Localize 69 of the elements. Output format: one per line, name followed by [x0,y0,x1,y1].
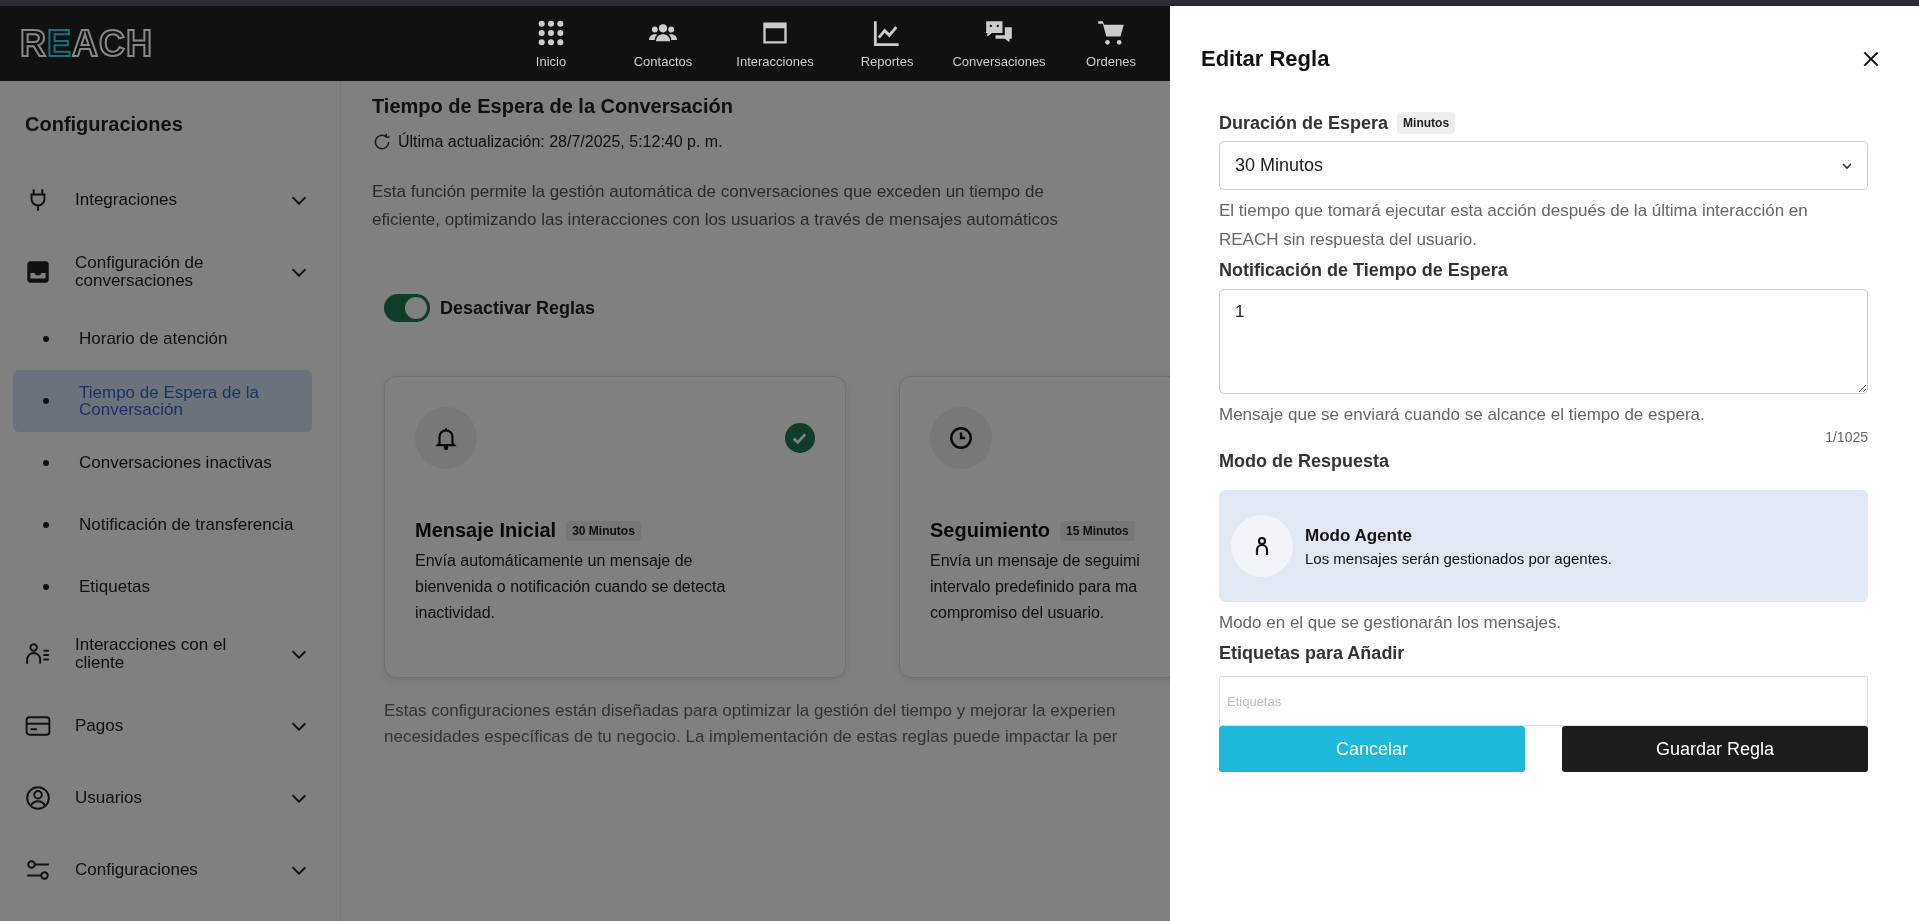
card-title: Seguimiento [930,519,1050,542]
sidebar-title: Configuraciones [25,113,184,136]
help-text: Mensaje que se enviará cuando se alcance el tiempo de espera. [1219,404,1706,426]
page-title: Tiempo de Espera de la Conversación [372,95,734,118]
help-text: El tiempo que tomará ejecutar esta acción después de la última interacción en REACH sin respuesta del usuario. [1219,200,1809,251]
nav-item[interactable]: Ordenes [1055,18,1167,69]
toggle-label: Desactivar Reglas [440,297,596,319]
mode-description: Los mensajes serán gestionados por agentes. [1305,549,1612,567]
rule-card[interactable]: Mensaje Inicial 30 Minutos Envía automáticamente un mensaje de bienvenida o notificación cuando se detecta inactividad. [384,376,846,678]
nav-item[interactable]: Contactos [607,18,719,69]
duration-select[interactable]: 30 Minutos [1219,141,1868,190]
footnote-line: Estas configuraciones están diseñadas para optimizar la gestión del tiempo y mejorar la experien [384,700,1117,722]
grid-icon [537,18,565,47]
card-text: compromiso del usuario. [930,603,1106,623]
sidebar-subitem[interactable]: Etiquetas [13,556,312,618]
mode-card[interactable]: Modo Agente Los mensajes serán gestionados por agentes. [1219,490,1868,602]
save-button[interactable]: Guardar Regla [1562,726,1868,772]
bell-icon [433,425,459,451]
field-label: Notificación de Tiempo de Espera [1219,260,1509,281]
toggle-switch[interactable] [384,294,430,322]
card-icon [25,713,51,739]
nav-item[interactable]: Reportes [831,18,943,69]
sliders-icon [25,857,51,883]
sidebar-item[interactable]: Configuraciones [0,834,340,906]
sidebar-subitem[interactable]: Notificación de transferencia [13,494,312,556]
drawer-title: Editar Regla [1201,46,1330,72]
sidebar-item[interactable]: Pagos [0,690,340,762]
card-text: inactividad. [415,603,497,623]
character-counter: 1/1025 [1825,429,1868,445]
sidebar-subitem[interactable]: Horario de atención [13,308,312,370]
rule-card[interactable]: Seguimiento 15 Minutos Envía un mensaje de seguimi intervalo predefinido para ma compromiso del usuario. [899,376,1170,678]
sidebar-subitem[interactable]: Conversaciones inactivas [13,432,312,494]
sidebar-subitem[interactable]: Tiempo de Espera de la Conversación [13,370,312,432]
clock-icon [948,425,974,451]
chart-icon [873,18,901,47]
footnote-line: necesidades específicas de tu negocio. La implementación de estas reglas puede impactar la per [384,726,1119,748]
mode-title: Modo Agente [1305,525,1414,546]
card-text: Envía automáticamente un mensaje de [415,551,694,571]
nav-item[interactable]: Interacciones [719,18,831,69]
refresh-icon [372,132,392,152]
field-label: Duración de Espera [1219,112,1389,134]
card-text: bienvenida o notificación cuando se detecta [415,577,727,597]
duration-badge: 30 Minutos [566,520,641,541]
cart-icon [1097,18,1125,47]
close-icon[interactable] [1861,49,1881,69]
sidebar-item[interactable]: Configuración de conversaciones [0,236,340,308]
last-updated-text: Última actualización: 28/7/2025, 5:12:40 p. m. [398,133,723,151]
description-line: eficiente, optimizando las interacciones con los usuarios a través de mensajes automáticos [372,209,1060,231]
sidebar-item[interactable]: Interacciones con el cliente [0,618,340,690]
field-label: Etiquetas para Añadir [1219,643,1406,664]
tags-input[interactable]: Etiquetas [1219,676,1868,726]
check-icon [785,423,815,453]
nav-item[interactable]: Conversaciones [943,18,1055,69]
nav-item[interactable]: Inicio [495,18,607,69]
logo: REACH [20,25,153,62]
card-title: Mensaje Inicial [415,519,557,542]
sidebar-item[interactable]: Integraciones [0,164,340,236]
user-list-icon [25,641,51,667]
help-text: Modo en el que se gestionarán los mensajes. [1219,612,1563,634]
user-icon [25,785,51,811]
card-text: Envía un mensaje de seguimi [930,551,1141,571]
description-line: Esta función permite la gestión automática de conversaciones que exceden un tiempo de [372,181,1045,203]
unit-badge: Minutos [1397,112,1456,134]
field-label: Modo de Respuesta [1219,451,1391,472]
message-textarea[interactable]: 1 [1219,289,1868,394]
duration-badge: 15 Minutos [1060,520,1135,541]
sidebar-item[interactable]: Usuarios [0,762,340,834]
inbox-icon [25,259,51,285]
card-text: intervalo predefinido para ma [930,577,1139,597]
